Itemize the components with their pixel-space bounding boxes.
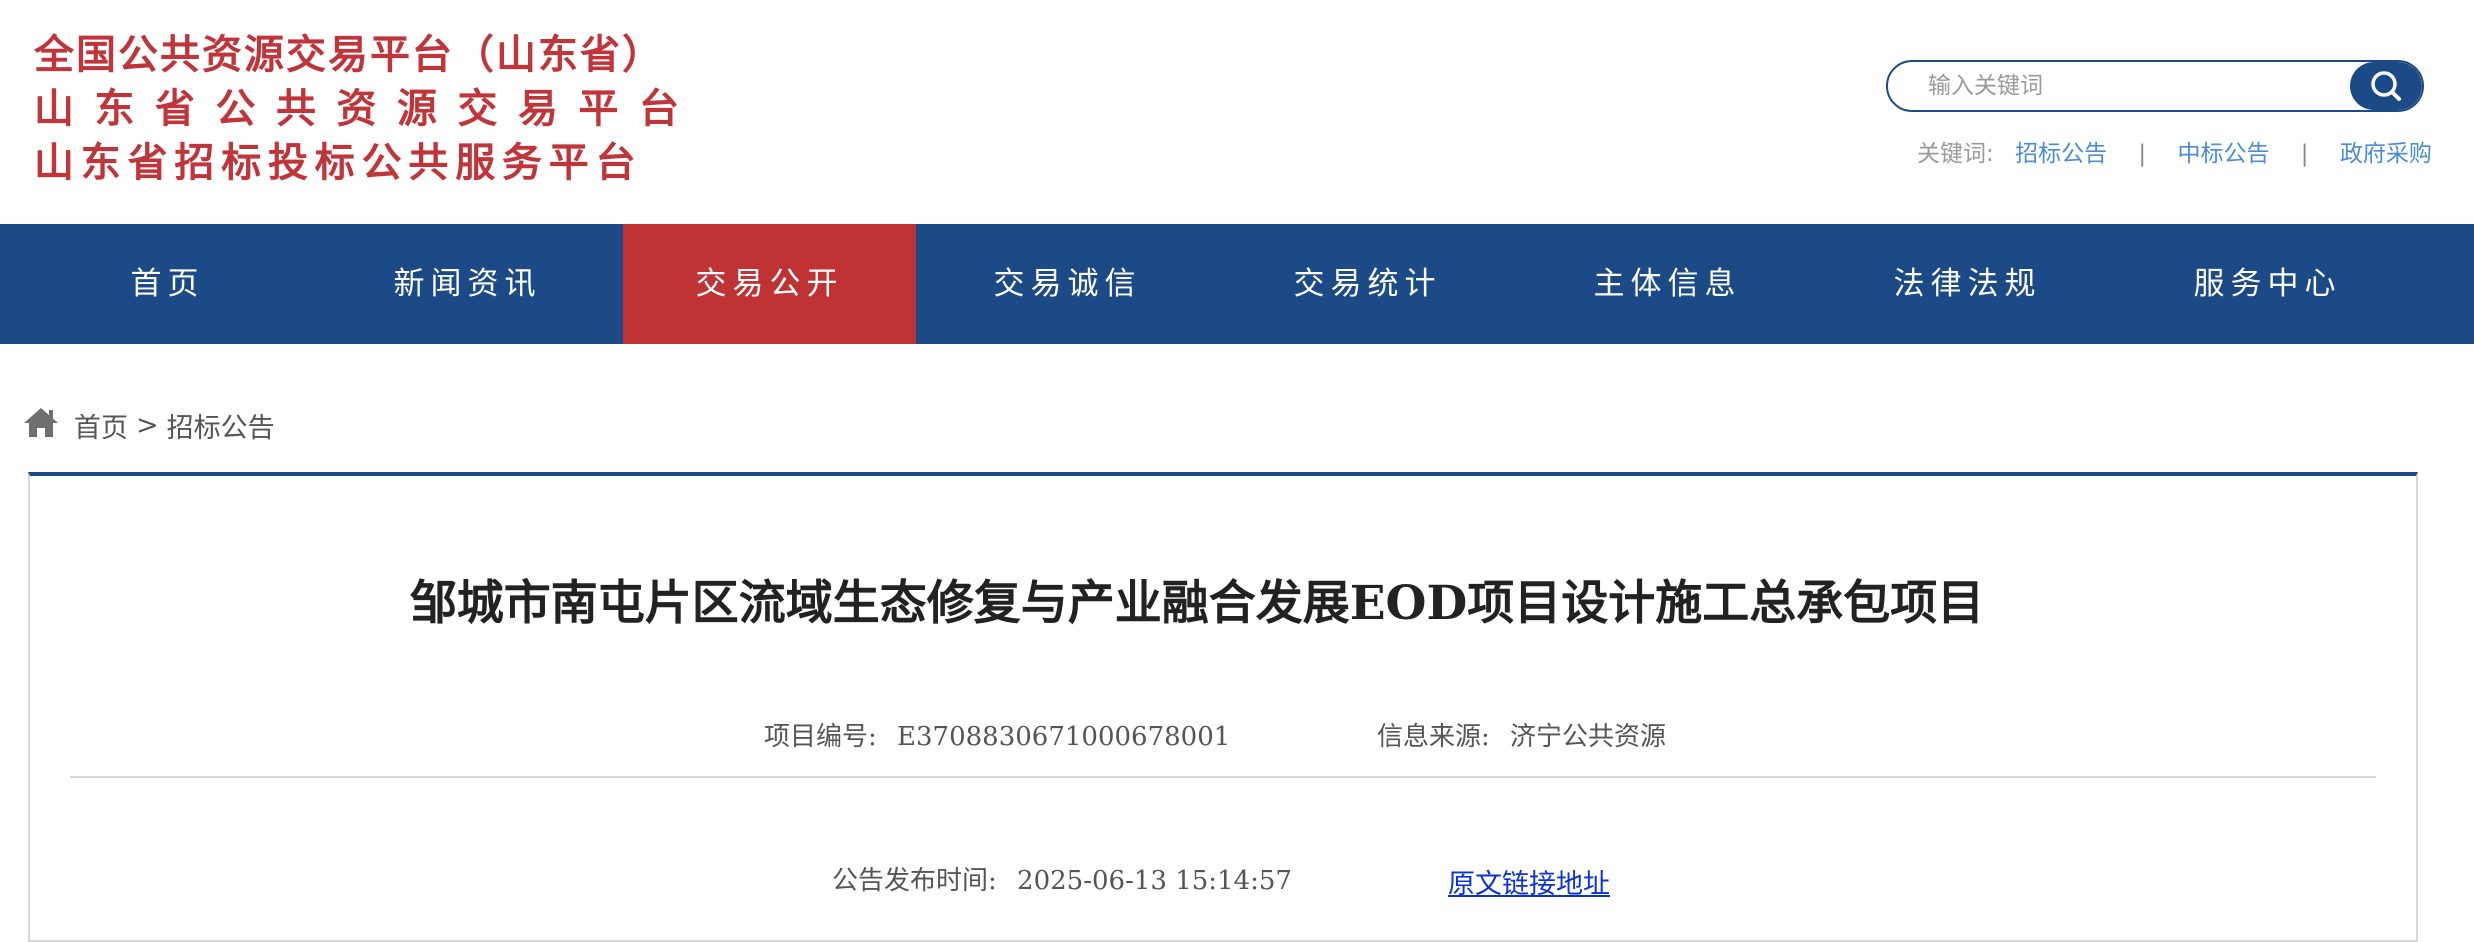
logo-line-2: 山东省公共资源交易平台 (34, 86, 700, 132)
keyword-link-award-notice[interactable]: 中标公告 (2177, 141, 2269, 167)
info-source: 信息来源: 济宁公共资源 (1377, 716, 1666, 753)
site-logo[interactable]: 全国公共资源交易平台（山东省） 山东省公共资源交易平台 山东省招标投标公共服务平… (34, 28, 700, 190)
hot-keywords: 关键词: 招标公告 | 中标公告 | 政府采购 (1917, 134, 2432, 168)
breadcrumb: 首页 > 招标公告 (22, 405, 275, 446)
nav-item-transaction-stats[interactable]: 交易统计 (1221, 224, 1514, 344)
search-input[interactable] (1888, 62, 2358, 110)
nav-item-home[interactable]: 首页 (21, 224, 314, 344)
logo-line-1: 全国公共资源交易平台（山东省） (34, 32, 664, 78)
search-icon (2371, 71, 2401, 101)
main-nav: 首页 新闻资讯 交易公开 交易诚信 交易统计 主体信息 法律法规 服务中心 (0, 224, 2474, 344)
keyword-link-bid-notice[interactable]: 招标公告 (2015, 141, 2107, 167)
article-panel: 邹城市南屯片区流域生态修复与产业融合发展EOD项目设计施工总承包项目 项目编号:… (28, 472, 2418, 942)
site-header: 全国公共资源交易平台（山东省） 山东省公共资源交易平台 山东省招标投标公共服务平… (0, 0, 2474, 224)
keywords-label: 关键词: (1917, 141, 1994, 167)
nav-item-laws[interactable]: 法律法规 (1821, 224, 2114, 344)
info-source-label: 信息来源: (1377, 722, 1490, 752)
breadcrumb-current[interactable]: 招标公告 (167, 406, 275, 445)
search-button[interactable] (2350, 62, 2422, 110)
keyword-separator: | (2300, 141, 2309, 167)
article-title: 邹城市南屯片区流域生态修复与产业融合发展EOD项目设计施工总承包项目 (409, 576, 1985, 631)
breadcrumb-separator: > (136, 410, 159, 441)
search-box (1886, 60, 2424, 112)
publish-time-label: 公告发布时间: (832, 866, 997, 896)
home-icon (22, 405, 60, 446)
original-link[interactable]: 原文链接地址 (1448, 862, 1610, 901)
keyword-link-gov-procurement[interactable]: 政府采购 (2340, 141, 2432, 167)
nav-item-transaction-credit[interactable]: 交易诚信 (921, 224, 1214, 344)
project-number-value: E3708830671000678001 (897, 722, 1231, 752)
project-number: 项目编号: E3708830671000678001 (764, 716, 1230, 753)
logo-line-3: 山东省招标投标公共服务平台 (34, 140, 643, 186)
nav-item-transaction-public[interactable]: 交易公开 (623, 224, 916, 344)
nav-item-news[interactable]: 新闻资讯 (321, 224, 614, 344)
meta-divider (70, 776, 2376, 778)
project-number-label: 项目编号: (764, 722, 877, 752)
info-source-value: 济宁公共资源 (1510, 722, 1667, 752)
nav-item-service-center[interactable]: 服务中心 (2121, 224, 2414, 344)
keyword-separator: | (2138, 141, 2147, 167)
publish-time-value: 2025-06-13 15:14:57 (1017, 866, 1292, 896)
publish-time: 公告发布时间: 2025-06-13 15:14:57 (832, 860, 1292, 897)
breadcrumb-home[interactable]: 首页 (74, 406, 128, 445)
nav-item-entity-info[interactable]: 主体信息 (1521, 224, 1814, 344)
